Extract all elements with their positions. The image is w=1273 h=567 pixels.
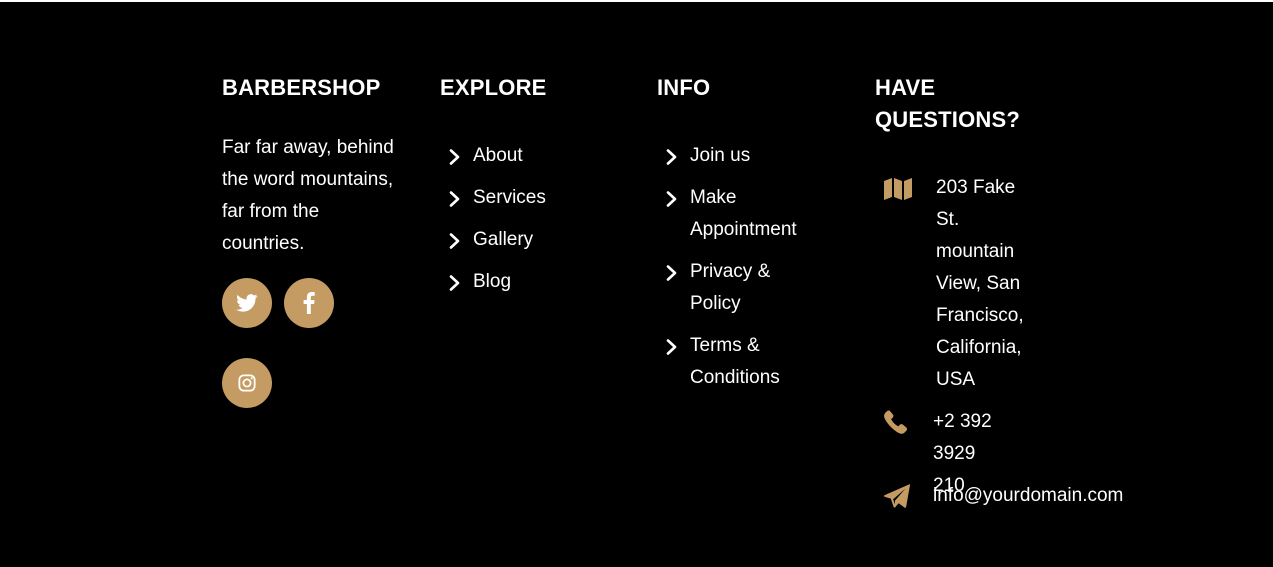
explore-link-label: About [473, 145, 523, 166]
explore-column: EXPLORE [440, 72, 620, 104]
info-link-make-appointment[interactable]: Make Appointment [665, 182, 845, 246]
facebook-icon [303, 292, 315, 314]
explore-heading: EXPLORE [440, 75, 547, 100]
contact-column: HAVE QUESTIONS? [875, 72, 1045, 136]
map-icon [884, 178, 912, 200]
info-link-label: Make Appointment [690, 187, 797, 240]
explore-link-label: Blog [473, 271, 512, 292]
info-link-label: Terms & Conditions [690, 335, 780, 388]
info-column: INFO [657, 72, 837, 104]
contact-address: 203 Fake St. mountain View, San Francisc… [936, 177, 1024, 390]
twitter-button[interactable] [222, 278, 272, 328]
info-link-terms-conditions[interactable]: Terms & Conditions [665, 330, 845, 394]
info-link-label: Privacy & Policy [690, 261, 771, 314]
facebook-button[interactable] [284, 278, 334, 328]
chevron-right-icon [449, 149, 460, 165]
explore-link-gallery[interactable]: Gallery [448, 224, 618, 256]
explore-link-blog[interactable]: Blog [448, 266, 618, 298]
paper-plane-icon [884, 484, 910, 508]
chevron-right-icon [449, 275, 460, 291]
contact-heading: HAVE QUESTIONS? [875, 75, 1021, 132]
info-link-join-us[interactable]: Join us [665, 140, 845, 172]
brand-description: Far far away, behind the word mountains,… [222, 137, 394, 254]
explore-link-label: Services [473, 187, 546, 208]
instagram-icon [238, 374, 256, 392]
phone-icon [884, 410, 908, 434]
contact-email[interactable]: info@yourdomain.com [933, 480, 1153, 512]
chevron-right-icon [666, 191, 677, 207]
info-heading: INFO [657, 75, 711, 100]
brand-column: BARBERSHOP Far far away, behind the word… [222, 72, 412, 260]
info-link-label: Join us [690, 145, 751, 166]
explore-link-about[interactable]: About [448, 140, 618, 172]
instagram-button[interactable] [222, 358, 272, 408]
chevron-right-icon [666, 265, 677, 281]
explore-link-services[interactable]: Services [448, 182, 618, 214]
chevron-right-icon [666, 339, 677, 355]
info-link-privacy-policy[interactable]: Privacy & Policy [665, 256, 845, 320]
chevron-right-icon [449, 233, 460, 249]
chevron-right-icon [449, 191, 460, 207]
site-footer: BARBERSHOP Far far away, behind the word… [0, 2, 1273, 567]
brand-heading: BARBERSHOP [222, 75, 381, 100]
chevron-right-icon [666, 149, 677, 165]
explore-link-label: Gallery [473, 229, 534, 250]
twitter-icon [236, 294, 258, 312]
